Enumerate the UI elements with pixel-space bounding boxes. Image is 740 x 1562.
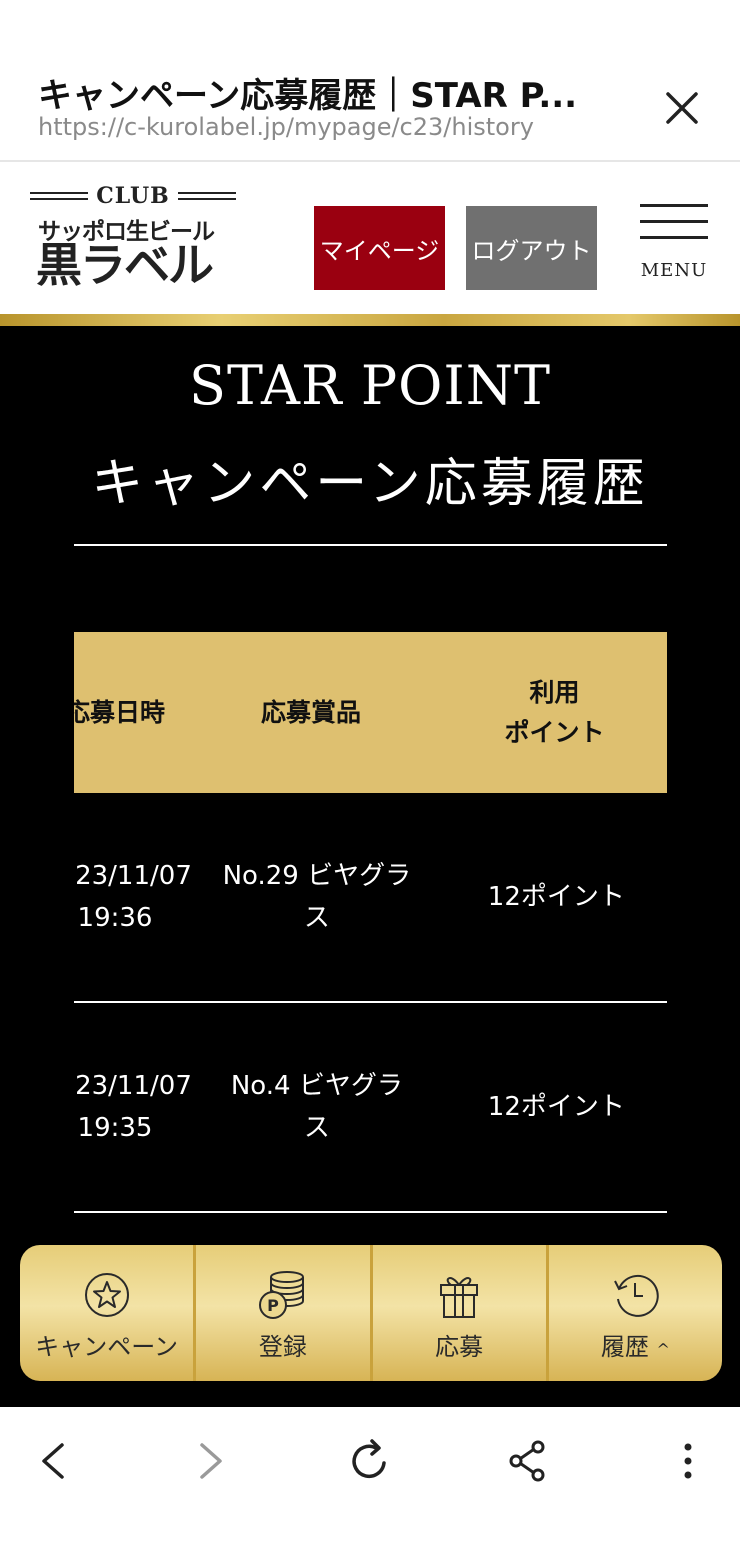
chevron-up-icon: ^ (656, 1340, 670, 1359)
table-header: 応募日時 応募賞品 利用 ポイント (74, 632, 667, 793)
nav-register-label: 登録 (258, 1333, 307, 1361)
gold-divider (0, 314, 740, 326)
header-points-label: 利用 ポイント (504, 677, 605, 747)
svg-text:P: P (267, 1296, 279, 1315)
row-points: 12ポイント (487, 882, 625, 912)
table-row: 2023/11/0719:35 No.4 ビヤグラス 12ポイント (74, 1003, 667, 1213)
header-points: 利用 ポイント (442, 673, 667, 753)
nav-apply-label: 応募 (435, 1333, 484, 1361)
star-circle-icon (84, 1273, 129, 1317)
reload-icon[interactable] (346, 1437, 394, 1485)
nav-history-label: 履歴 ^ (600, 1333, 670, 1361)
forward-icon[interactable] (186, 1437, 234, 1485)
logo-main-text: 黒ラベル (36, 238, 214, 292)
more-vert-icon[interactable] (664, 1437, 712, 1485)
nav-apply[interactable]: 応募 (369, 1245, 546, 1381)
page-title-jp: キャンペーン応募履歴 (91, 454, 649, 514)
row-datetime: 2023/11/0719:35 (74, 1071, 192, 1143)
browser-page-title: キャンペーン応募履歴｜STAR P... (38, 76, 578, 116)
browser-top-bar: キャンペーン応募履歴｜STAR P... https://c-kurolabel… (0, 0, 740, 162)
row-points: 12ポイント (487, 1092, 625, 1122)
coin-stack-icon: P (258, 1271, 304, 1319)
back-icon[interactable] (30, 1437, 78, 1485)
logo-club: CLUB (30, 182, 236, 210)
title-divider (74, 544, 667, 546)
browser-bottom-bar (0, 1407, 740, 1562)
site-header: CLUB サッポロ生ビール 黒ラベル マイページ ログアウト MENU (0, 164, 740, 314)
menu-label: MENU (640, 260, 708, 281)
gift-icon (440, 1277, 479, 1318)
row-prize: No.4 ビヤグラス (230, 1071, 403, 1143)
history-clock-icon (614, 1275, 660, 1317)
history-table[interactable]: 応募日時 応募賞品 利用ポイント 2023/11/0719:36 No.29 ビ… (74, 632, 667, 1213)
nav-campaign[interactable]: キャンペーン (20, 1245, 193, 1381)
header-prize: 応募賞品 (260, 697, 361, 727)
row-datetime: 2023/11/0719:36 (74, 861, 192, 933)
browser-url[interactable]: https://c-kurolabel.jp/mypage/c23/histor… (38, 113, 534, 141)
menu-button[interactable]: MENU (636, 200, 712, 290)
close-icon[interactable] (660, 86, 704, 130)
row-prize: No.29 ビヤグラス (222, 861, 412, 933)
mypage-button[interactable]: マイページ (314, 206, 445, 290)
bottom-nav: キャンペーン P 登録 応募 履歴 ^ (20, 1245, 722, 1381)
page-title-en: STAR POINT (188, 354, 552, 417)
nav-history[interactable]: 履歴 ^ (545, 1245, 722, 1381)
table-row: 2023/11/0719:36 No.29 ビヤグラス 12ポイント (74, 793, 667, 1003)
nav-campaign-label: キャンペーン (35, 1333, 179, 1361)
site-logo[interactable]: CLUB サッポロ生ビール 黒ラベル (30, 182, 240, 294)
header-date: 応募日時 (74, 697, 165, 727)
logout-button[interactable]: ログアウト (466, 206, 597, 290)
nav-register[interactable]: P 登録 (193, 1245, 369, 1381)
share-icon[interactable] (504, 1437, 552, 1485)
